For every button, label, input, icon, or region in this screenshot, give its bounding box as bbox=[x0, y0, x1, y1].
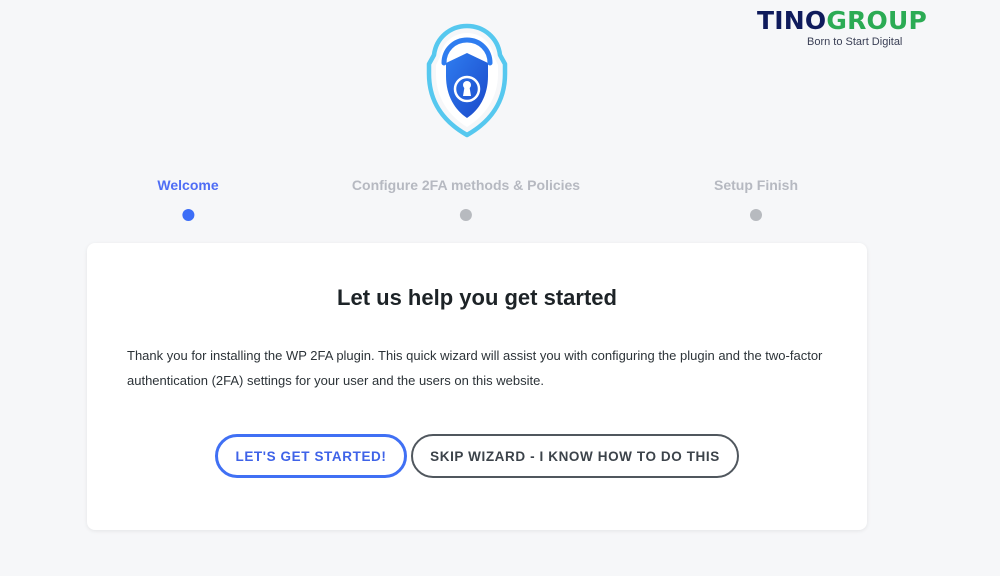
card-title: Let us help you get started bbox=[337, 285, 617, 310]
step-welcome-label: Welcome bbox=[157, 177, 219, 193]
brand-name: TINOGROUP bbox=[757, 6, 927, 36]
step-configure-label: Configure 2FA methods & Policies bbox=[351, 177, 581, 193]
step-finish: Setup Finish bbox=[714, 176, 798, 221]
step-finish-dot bbox=[750, 209, 762, 221]
wizard-steps: Welcome Configure 2FA methods & Policies… bbox=[0, 176, 1000, 226]
step-configure: Configure 2FA methods & Policies bbox=[352, 176, 580, 221]
shield-lock-icon bbox=[424, 22, 510, 138]
step-welcome: Welcome bbox=[157, 176, 219, 221]
welcome-card: Let us help you get started Thank you fo… bbox=[87, 243, 867, 530]
get-started-button[interactable]: LET'S GET STARTED! bbox=[215, 434, 407, 478]
brand-tagline: Born to Start Digital bbox=[807, 36, 903, 48]
brand-logo: TINOGROUP Born to Start Digital bbox=[757, 6, 927, 48]
step-configure-dot bbox=[460, 209, 472, 221]
brand-name-part1: TINO bbox=[757, 6, 827, 35]
step-finish-label: Setup Finish bbox=[714, 177, 798, 193]
skip-wizard-button[interactable]: SKIP WIZARD - I KNOW HOW TO DO THIS bbox=[411, 434, 739, 478]
card-description: Thank you for installing the WP 2FA plug… bbox=[127, 348, 823, 388]
step-welcome-dot bbox=[182, 209, 194, 221]
brand-name-part2: GROUP bbox=[826, 6, 927, 35]
